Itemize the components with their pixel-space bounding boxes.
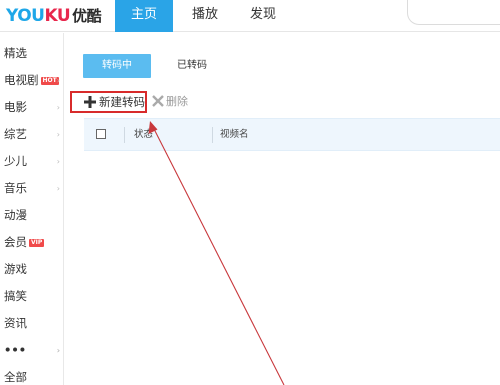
column-video-name[interactable]: 视频名 <box>220 119 249 150</box>
table-header: 状态 视频名 <box>84 118 500 151</box>
sidebar-item-label: 搞笑 <box>4 289 27 303</box>
new-transcode-button[interactable]: 新建转码 <box>70 91 147 113</box>
nav-home[interactable]: 主页 <box>115 0 173 32</box>
sidebar-item-label: 会员 <box>4 235 27 249</box>
sidebar-item-anime[interactable]: 动漫 <box>0 202 64 229</box>
sidebar-item-funny[interactable]: 搞笑 <box>0 283 64 310</box>
sidebar-item-news[interactable]: 资讯 <box>0 310 64 337</box>
sidebar-item-label: 电影 <box>4 100 27 114</box>
sidebar-item-vip[interactable]: 会员 VIP <box>0 229 64 256</box>
plus-icon <box>84 96 96 108</box>
delete-button[interactable]: 删除 <box>152 92 188 112</box>
more-icon: ••• <box>4 343 27 357</box>
sidebar-item-label: 电视剧 <box>4 73 39 87</box>
chevron-right-icon: › <box>56 157 60 166</box>
column-divider <box>124 127 125 143</box>
sidebar-item-music[interactable]: 音乐 › <box>0 175 64 202</box>
logo-you-text: YOU <box>6 6 45 26</box>
sidebar-item-featured[interactable]: 精选 <box>0 40 64 67</box>
nav-play[interactable]: 播放 <box>176 0 234 32</box>
sidebar-item-label: 音乐 <box>4 181 27 195</box>
sidebar-item-variety[interactable]: 综艺 › <box>0 121 64 148</box>
sidebar: 精选 电视剧 HOT › 电影 › 综艺 › 少儿 › 音乐 › 动漫 会员 VIP 游戏 搞… <box>0 33 64 385</box>
sidebar-item-tv[interactable]: 电视剧 HOT › <box>0 67 64 94</box>
tab-transcoded[interactable]: 已转码 <box>177 54 207 78</box>
sidebar-item-movies[interactable]: 电影 › <box>0 94 64 121</box>
sidebar-item-label: 精选 <box>4 46 27 60</box>
sidebar-item-more[interactable]: ••• › <box>0 337 64 364</box>
chevron-right-icon: › <box>56 130 60 139</box>
sidebar-item-label: 全部 <box>4 370 27 384</box>
tab-transcoding[interactable]: 转码中 <box>83 54 151 78</box>
logo-cn-text: 优酷 <box>72 7 102 25</box>
annotation-arrow <box>148 121 285 385</box>
logo-ku-text: KU <box>44 6 71 26</box>
main-nav: 主页 播放 发现 <box>115 0 292 32</box>
sidebar-item-label: 资讯 <box>4 316 27 330</box>
sidebar-item-games[interactable]: 游戏 <box>0 256 64 283</box>
chevron-right-icon: › <box>56 184 60 193</box>
vip-badge: VIP <box>29 239 45 247</box>
search-input[interactable] <box>407 0 500 25</box>
sidebar-item-kids[interactable]: 少儿 › <box>0 148 64 175</box>
top-header: YOUKU 优酷 主页 播放 发现 <box>0 0 500 32</box>
column-divider <box>212 127 213 143</box>
column-status[interactable]: 状态 <box>134 119 153 150</box>
sidebar-item-label: 动漫 <box>4 208 27 222</box>
chevron-right-icon: › <box>56 76 60 85</box>
delete-label: 删除 <box>166 95 188 108</box>
youku-app: YOUKU 优酷 主页 播放 发现 精选 电视剧 HOT › 电影 › 综艺 › 少儿 › … <box>0 0 500 385</box>
sidebar-item-all[interactable]: 全部 <box>0 364 64 385</box>
chevron-right-icon: › <box>56 103 60 112</box>
new-transcode-label: 新建转码 <box>99 95 145 109</box>
sidebar-item-label: 少儿 <box>4 154 27 168</box>
nav-discover[interactable]: 发现 <box>234 0 292 32</box>
sidebar-item-label: 游戏 <box>4 262 27 276</box>
select-all-checkbox[interactable] <box>96 129 106 139</box>
youku-logo[interactable]: YOUKU 优酷 <box>6 5 102 26</box>
sidebar-item-label: 综艺 <box>4 127 27 141</box>
delete-x-icon <box>152 95 164 107</box>
chevron-right-icon: › <box>56 346 60 355</box>
